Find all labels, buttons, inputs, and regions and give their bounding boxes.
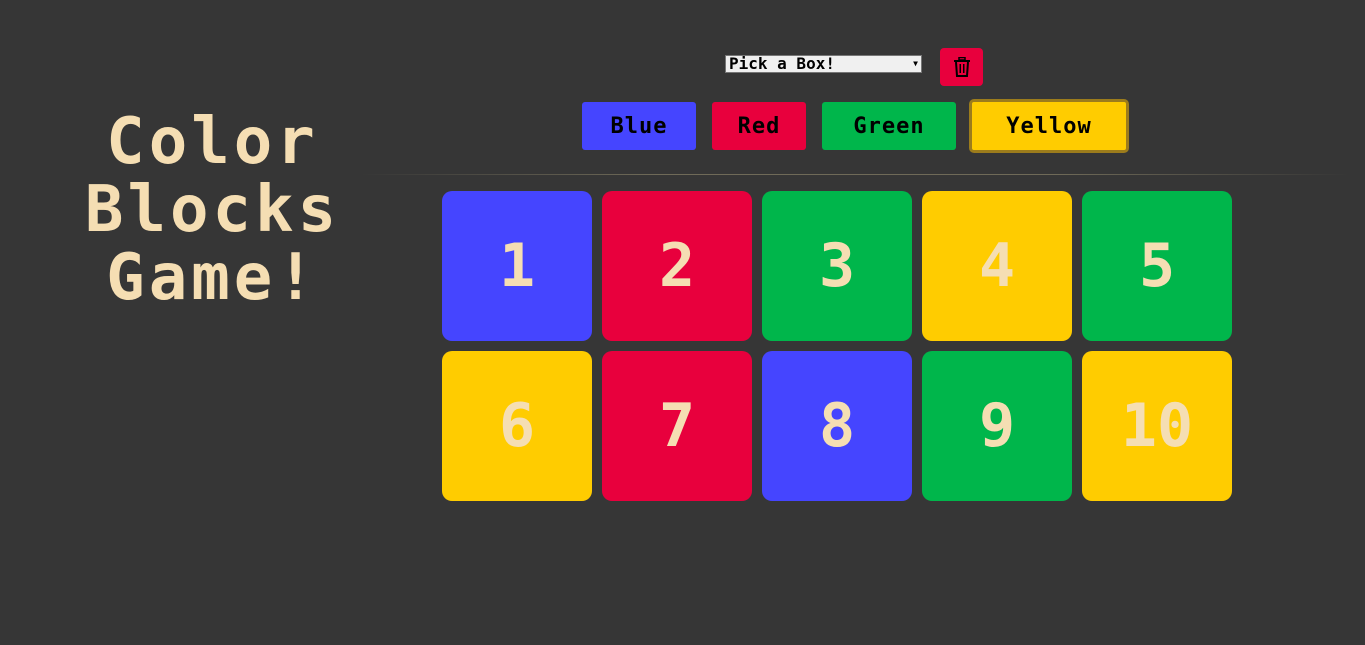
box-4[interactable]: 4: [922, 191, 1072, 341]
green-button[interactable]: Green: [822, 102, 956, 150]
title-line-1: Color: [106, 105, 319, 179]
box-picker-value: Pick a Box!: [729, 54, 835, 73]
trash-icon: [953, 57, 970, 77]
box-10[interactable]: 10: [1082, 351, 1232, 501]
red-button[interactable]: Red: [712, 102, 806, 150]
delete-button[interactable]: [940, 48, 983, 86]
box-5[interactable]: 5: [1082, 191, 1232, 341]
yellow-button[interactable]: Yellow: [969, 99, 1129, 153]
box-grid: 1 2 3 4 5 6 7 8 9 10: [442, 191, 1232, 501]
box-9[interactable]: 9: [922, 351, 1072, 501]
box-8[interactable]: 8: [762, 351, 912, 501]
page: Color Blocks Game! Pick a Box! ▼ Blue Re…: [0, 0, 1365, 645]
game-title: Color Blocks Game!: [40, 108, 385, 312]
box-7[interactable]: 7: [602, 351, 752, 501]
box-picker-select[interactable]: Pick a Box! ▼: [725, 55, 922, 73]
blue-button[interactable]: Blue: [582, 102, 696, 150]
box-2[interactable]: 2: [602, 191, 752, 341]
dropdown-arrow-icon: ▼: [913, 59, 918, 68]
divider: [360, 174, 1350, 175]
box-3[interactable]: 3: [762, 191, 912, 341]
title-line-3: Game!: [106, 241, 319, 315]
title-line-2: Blocks: [84, 173, 341, 247]
box-6[interactable]: 6: [442, 351, 592, 501]
box-1[interactable]: 1: [442, 191, 592, 341]
